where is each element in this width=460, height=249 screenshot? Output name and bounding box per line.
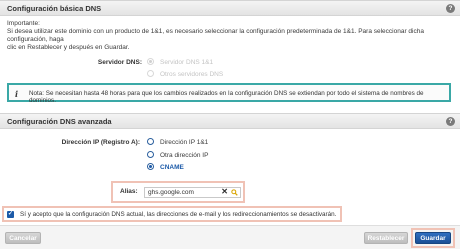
info-note-text: Nota: Se necesitan hasta 48 horas para q… <box>29 90 424 104</box>
reset-button[interactable]: Restablecer <box>364 232 408 244</box>
option-dns-1and1-label: Servidor DNS 1&1 <box>160 59 214 66</box>
radio-ip-1and1[interactable] <box>147 138 154 145</box>
save-button[interactable]: Guardar <box>415 232 451 244</box>
accept-row: ✓ Sí y acepto que la configuración DNS a… <box>2 206 342 222</box>
dns-server-label: Servidor DNS: <box>97 59 142 66</box>
intro-line-1: Si desea utilizar este dominio con un pr… <box>7 28 424 43</box>
basic-dns-title: Configuración básica DNS <box>7 4 102 13</box>
option-dns-other-label: Otros servidores DNS <box>160 71 224 78</box>
accept-checkbox[interactable]: ✓ <box>7 211 14 218</box>
alias-field-group: Alias: ghs.google.com ✕ <box>111 181 245 203</box>
advanced-dns-title: Configuración DNS avanzada <box>7 117 112 126</box>
help-icon[interactable]: ? <box>446 4 455 13</box>
accept-text: Sí y acepto que la configuración DNS act… <box>20 211 337 218</box>
clear-icon[interactable]: ✕ <box>221 187 228 196</box>
footer-bar: Cancelar Restablecer Guardar <box>0 225 460 249</box>
intro-heading: Importante: <box>7 20 40 27</box>
basic-dns-header: Configuración básica DNS ? <box>0 0 460 16</box>
radio-ip-other[interactable] <box>147 151 154 158</box>
alias-input[interactable]: ghs.google.com ✕ <box>144 187 241 198</box>
advanced-dns-header: Configuración DNS avanzada ? <box>0 113 460 129</box>
info-icon: i <box>15 89 19 99</box>
alias-input-value: ghs.google.com <box>148 189 194 196</box>
radio-dns-other[interactable] <box>147 70 154 77</box>
search-icon[interactable] <box>231 189 238 196</box>
cancel-button[interactable]: Cancelar <box>5 232 41 244</box>
ip-address-label: Dirección IP (Registro A): <box>61 139 140 146</box>
save-button-highlight: Guardar <box>411 228 455 248</box>
option-ip-other-label: Otra dirección IP <box>160 152 209 159</box>
info-note: i Nota: Se necesitan hasta 48 horas para… <box>7 83 451 104</box>
option-ip-1and1-label: Dirección IP 1&1 <box>160 139 209 146</box>
alias-label: Alias: <box>120 188 138 195</box>
help-icon[interactable]: ? <box>446 117 455 126</box>
intro-line-2: clic en Restablecer y después en Guardar… <box>7 44 130 51</box>
radio-cname[interactable] <box>147 163 154 170</box>
radio-dns-1and1[interactable] <box>147 58 154 65</box>
intro-text: Importante: Si desea utilizar este domin… <box>7 20 447 52</box>
option-cname-label: CNAME <box>160 164 184 171</box>
